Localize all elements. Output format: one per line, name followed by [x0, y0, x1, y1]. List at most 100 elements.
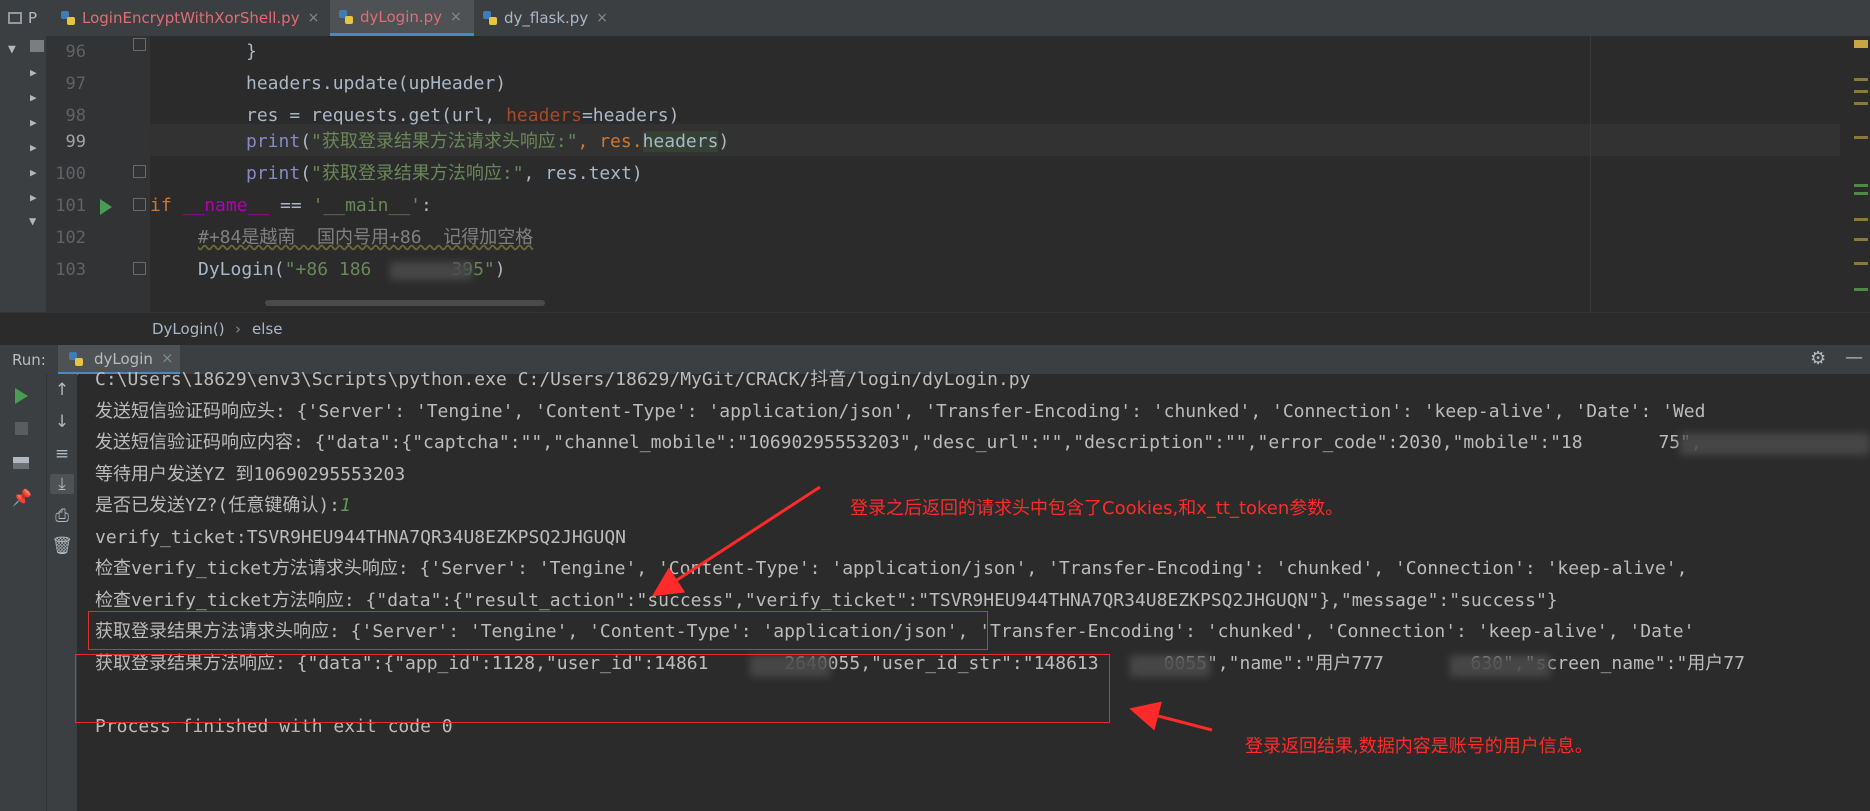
editor-tab-bar: P LoginEncryptWithXorShell.py × dyLogin.… — [0, 0, 1870, 37]
fold-marker-icon[interactable] — [133, 165, 146, 178]
line-number: 97 — [65, 74, 86, 94]
expand-arrow-icon[interactable]: ▶ — [30, 91, 37, 104]
fold-marker-icon[interactable] — [133, 198, 146, 211]
code-line-102[interactable]: #+84是越南 国内号用+86 记得加空格 — [150, 222, 533, 254]
expand-arrow-icon[interactable]: ▶ — [30, 66, 37, 79]
fold-marker-icon[interactable] — [133, 262, 146, 275]
marker[interactable] — [1854, 288, 1868, 291]
warning-marker[interactable] — [1854, 40, 1868, 48]
code-dunder: __name__ — [182, 195, 270, 216]
fold-marker-icon[interactable] — [133, 38, 146, 51]
expand-arrow-icon[interactable]: ▶ — [30, 191, 37, 204]
folder-icon — [30, 40, 44, 52]
close-icon[interactable]: × — [596, 10, 608, 26]
run-toolbar-left: 📌 — [0, 374, 46, 811]
expand-arrow-icon[interactable]: ▶ — [30, 166, 37, 179]
code-line-100[interactable]: print("获取登录结果方法响应:", res.text) — [150, 158, 643, 190]
expand-arrow-icon[interactable]: ▼ — [8, 42, 16, 57]
console-input: 1 — [340, 495, 351, 516]
tab-dy-flask[interactable]: dy_flask.py × — [480, 0, 632, 36]
line-number-current: 99 — [65, 132, 86, 152]
breadcrumb: DyLogin() › else — [0, 312, 1870, 345]
console-line: verify_ticket:TSVR9HEU944THNA7QR34U8EZKP… — [95, 527, 627, 548]
highlight-box — [75, 654, 1110, 723]
tab-label: dyLogin.py — [360, 7, 443, 26]
marker[interactable] — [1854, 102, 1868, 105]
code-param: headers — [506, 105, 582, 126]
marker[interactable] — [1854, 218, 1868, 221]
console-line: 发送短信验证码响应内容: {"data":{"captcha":"","chan… — [95, 432, 1702, 453]
marker[interactable] — [1854, 184, 1868, 187]
breadcrumb-separator: › — [235, 320, 241, 338]
marker[interactable] — [1854, 136, 1868, 139]
scroll-up-icon[interactable]: ↑ — [50, 380, 74, 400]
console-line: 等待用户发送YZ 到10690295553203 — [95, 464, 406, 485]
expand-arrow-icon[interactable]: ▶ — [30, 116, 37, 129]
console-line: 检查verify_ticket方法请求头响应: {'Server': 'Teng… — [95, 558, 1688, 579]
line-number: 102 — [55, 228, 86, 248]
project-tool-strip: ▼ ▶ ▶ ▶ ▶ ▶ ▶ ▼ — [0, 36, 46, 312]
horizontal-scrollbar[interactable] — [265, 300, 545, 306]
console-line: 发送短信验证码响应头: {'Server': 'Tengine', 'Conte… — [95, 401, 1706, 422]
console-line: C:\Users\18629\env3\Scripts\python.exe C… — [95, 369, 1031, 390]
close-icon[interactable]: × — [308, 10, 320, 26]
trash-icon[interactable]: 🗑 — [50, 536, 74, 556]
code-string: "+86 186 — [284, 259, 372, 280]
collapse-arrow-icon[interactable]: ▼ — [29, 214, 36, 228]
line-number: 96 — [65, 42, 86, 62]
tab-label: dy_flask.py — [504, 9, 589, 27]
line-number: 103 — [55, 260, 86, 280]
code-string: '__main__' — [312, 195, 421, 216]
tab-project[interactable]: P — [8, 0, 48, 36]
redaction-blur — [390, 262, 472, 280]
code-line-99[interactable]: print("获取登录结果方法请求头响应:", res.headers) — [150, 126, 729, 158]
code-attr: headers — [642, 131, 719, 152]
code-line-97[interactable]: headers.update(upHeader) — [150, 68, 506, 100]
close-icon[interactable]: × — [450, 9, 462, 25]
code-line-96[interactable]: } — [150, 36, 257, 68]
expand-arrow-icon[interactable]: ▶ — [30, 141, 37, 154]
code-string: "获取登录结果方法请求头响应:" — [311, 131, 578, 152]
print-icon[interactable]: ⎙ — [50, 506, 74, 526]
code-keyword: if — [150, 195, 183, 216]
code-text: : — [420, 195, 432, 216]
code-text: ) — [494, 259, 506, 280]
code-text: ( — [300, 131, 312, 152]
editor-scroll-markers[interactable] — [1852, 36, 1870, 312]
annotation-top: 登录之后返回的请求头中包含了Cookies,和x_tt_token参数。 — [850, 498, 1344, 519]
breadcrumb-item[interactable]: else — [252, 320, 282, 338]
run-gutter-icon[interactable] — [100, 199, 112, 215]
redaction-blur — [1680, 433, 1870, 455]
pin-icon[interactable]: 📌 — [12, 488, 32, 507]
redaction-blur — [1130, 655, 1210, 677]
code-line-101[interactable]: if __name__ == '__main__': — [150, 190, 432, 222]
scroll-to-end-icon[interactable]: ⤓ — [50, 474, 74, 494]
rerun-icon[interactable] — [15, 388, 28, 404]
code-text: == — [269, 195, 313, 216]
marker[interactable] — [1854, 262, 1868, 265]
marker[interactable] — [1854, 78, 1868, 81]
soft-wrap-icon[interactable]: ≡ — [50, 444, 74, 464]
breadcrumb-item[interactable]: DyLogin() — [152, 320, 225, 338]
gear-icon[interactable]: ⚙ — [1810, 348, 1826, 369]
scroll-down-icon[interactable]: ↓ — [50, 412, 74, 432]
marker[interactable] — [1854, 238, 1868, 241]
redaction-blur — [1450, 655, 1550, 677]
run-label: Run: — [12, 351, 46, 369]
marker[interactable] — [1854, 192, 1868, 195]
annotation-bottom: 登录返回结果,数据内容是账号的用户信息。 — [1245, 736, 1593, 757]
right-margin-guide — [1590, 36, 1591, 312]
tab-dylogin[interactable]: dyLogin.py × — [330, 0, 474, 36]
python-file-icon — [68, 351, 84, 367]
minimize-icon[interactable]: — — [1845, 347, 1863, 368]
marker[interactable] — [1854, 90, 1868, 93]
layout-icon[interactable] — [13, 457, 29, 469]
python-file-icon — [482, 10, 498, 26]
line-number: 100 — [55, 164, 86, 184]
line-number: 101 — [55, 196, 86, 216]
tab-login-encrypt[interactable]: LoginEncryptWithXorShell.py × — [58, 0, 330, 36]
run-toolbar-right: ↑ ↓ ≡ ⤓ ⎙ 🗑 — [46, 374, 77, 811]
console-text: 是否已发送YZ?(任意键确认): — [95, 495, 341, 516]
console-line: 是否已发送YZ?(任意键确认):1 — [95, 490, 351, 522]
stop-icon[interactable] — [15, 422, 28, 435]
